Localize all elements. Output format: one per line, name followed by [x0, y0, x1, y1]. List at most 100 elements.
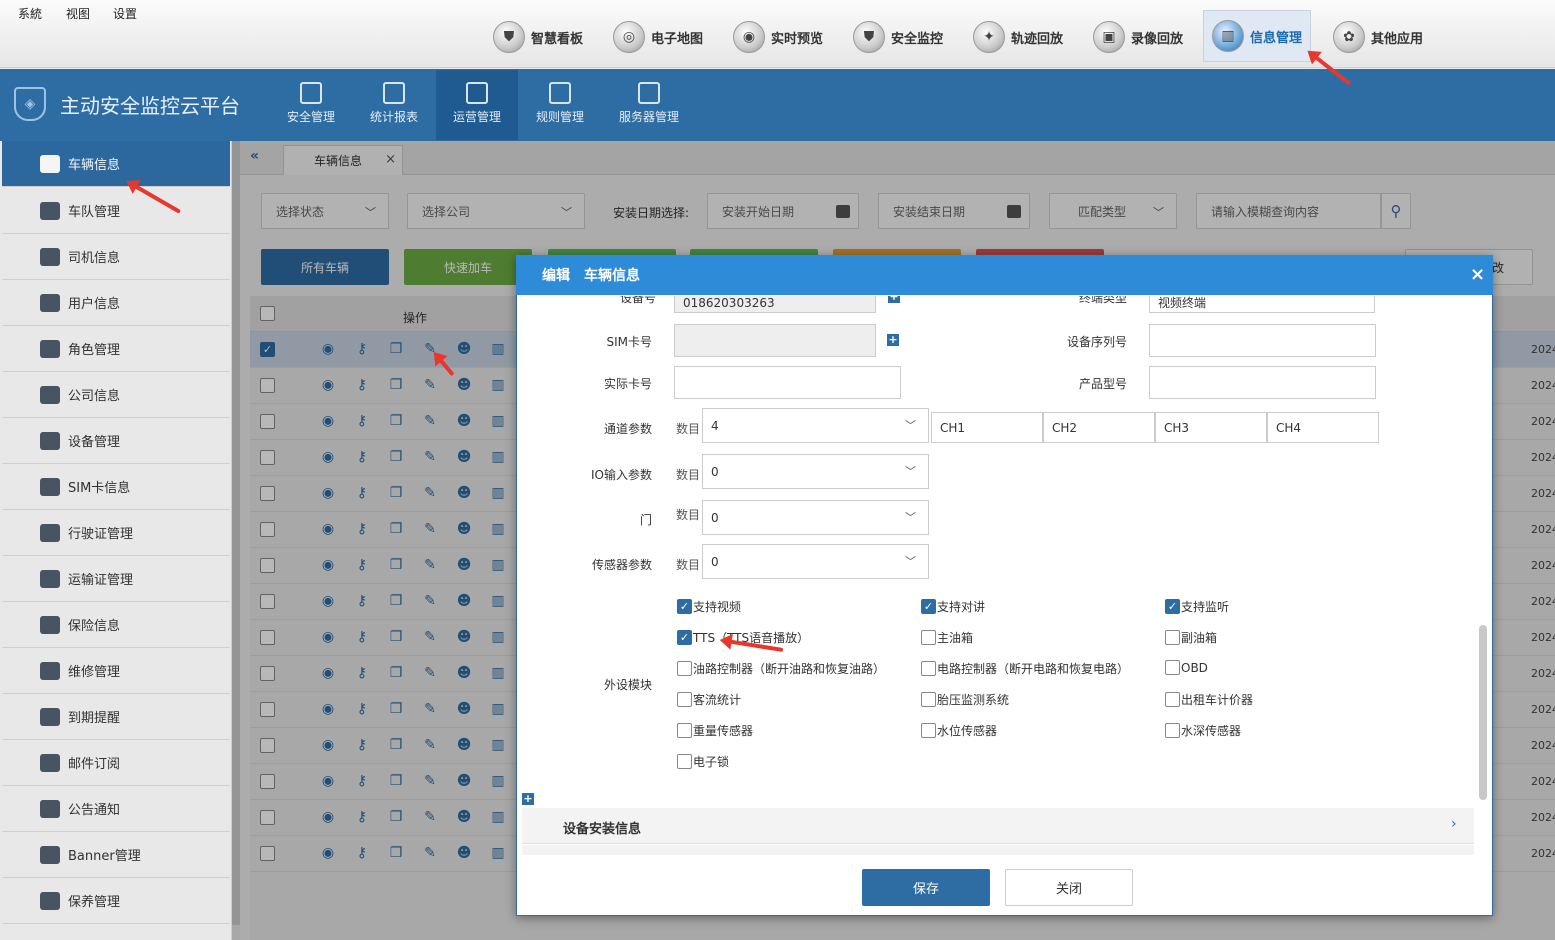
module-tab-report[interactable]: 统计报表	[353, 70, 435, 140]
checkbox-sub-tank[interactable]: 副油箱	[1165, 629, 1217, 646]
module-tab-operation[interactable]: 运营管理	[436, 70, 518, 140]
topnav-label: 安全监控	[891, 31, 944, 47]
channel-4-input[interactable]: CH4	[1267, 412, 1379, 443]
topnav-track[interactable]: ✦ 轨迹回放	[973, 16, 1063, 58]
menu-view[interactable]: 视图	[66, 5, 90, 22]
checkbox-obd[interactable]: OBD	[1165, 660, 1208, 675]
checkbox-box[interactable]	[677, 692, 692, 707]
checkbox-passenger-count[interactable]: 客流统计	[677, 691, 741, 708]
checkbox-monitor[interactable]: ✓ 支持监听	[1165, 598, 1229, 615]
channel-3-input[interactable]: CH3	[1155, 412, 1267, 443]
channel-2-input[interactable]: CH2	[1043, 412, 1155, 443]
save-button[interactable]: 保存	[862, 869, 990, 906]
sim-input[interactable]	[674, 324, 876, 357]
checkbox-label: 主油箱	[937, 631, 974, 645]
topnav-apps[interactable]: ✿ 其他应用	[1333, 16, 1423, 58]
checkbox-box[interactable]: ✓	[921, 599, 936, 614]
dialog-close-icon[interactable]: ×	[1470, 264, 1485, 285]
checkbox-video[interactable]: ✓ 支持视频	[677, 598, 741, 615]
expand-icon[interactable]: +	[522, 793, 534, 805]
terminal-type-value: 视频终端	[1158, 296, 1207, 310]
module-tab-rules[interactable]: 规则管理	[519, 70, 601, 140]
topnav-map[interactable]: ◎ 电子地图	[613, 16, 703, 58]
checkbox-box[interactable]	[921, 692, 936, 707]
checkbox-box[interactable]	[1165, 660, 1180, 675]
add-icon[interactable]: +	[888, 296, 900, 303]
checkbox-box[interactable]	[921, 661, 936, 676]
card-input[interactable]	[674, 366, 901, 399]
brand-title: 主动安全监控云平台	[60, 93, 240, 118]
chevron-down-icon: ﹀	[1351, 296, 1362, 304]
checkbox-label: OBD	[1181, 660, 1208, 675]
operation-icon	[466, 82, 488, 104]
checkbox-water-depth[interactable]: 水深传感器	[1165, 722, 1241, 739]
checkbox-main-tank[interactable]: 主油箱	[921, 629, 973, 646]
checkbox-box[interactable]	[1165, 630, 1180, 645]
dialog-partial-row: 设备号 018620303263 + 终端类型 视频终端 ﹀	[517, 296, 1477, 314]
door-count-select[interactable]: 0 ﹀	[702, 500, 929, 535]
io-label: IO输入参数	[591, 468, 652, 482]
module-tab-server[interactable]: 服务器管理	[608, 70, 690, 140]
checkbox-box[interactable]	[1165, 723, 1180, 738]
install-info-section[interactable]	[522, 808, 1474, 844]
checkbox-water-level[interactable]: 水位传感器	[921, 722, 997, 739]
serial-input[interactable]	[1149, 324, 1376, 357]
channel-1-input[interactable]: CH1	[931, 412, 1043, 443]
checkbox-label: 重量传感器	[693, 724, 754, 738]
checkbox-intercom[interactable]: ✓ 支持对讲	[921, 598, 985, 615]
map-icon: ◎	[613, 21, 645, 53]
checkbox-box[interactable]	[677, 754, 692, 769]
sim-label: SIM卡号	[606, 335, 652, 349]
topnav-label: 信息管理	[1250, 30, 1303, 46]
chart-icon: ▥	[1212, 20, 1244, 52]
sensor-count-value: 0	[711, 554, 719, 569]
device-no-label: 设备号	[619, 296, 656, 305]
module-label: 安全管理	[286, 110, 335, 124]
sidebar-dim	[0, 141, 232, 940]
topnav-dashboard[interactable]: ⛊ 智慧看板	[493, 16, 583, 58]
checkbox-label: 水深传感器	[1181, 724, 1242, 738]
checkbox-box[interactable]: ✓	[677, 630, 692, 645]
checkbox-box[interactable]: ✓	[677, 599, 692, 614]
add-icon[interactable]: +	[887, 334, 899, 346]
checkbox-weight-sensor[interactable]: 重量传感器	[677, 722, 753, 739]
module-label: 规则管理	[535, 110, 584, 124]
dialog-scrollbar[interactable]	[1479, 625, 1487, 800]
topnav-live[interactable]: ◉ 实时预览	[733, 16, 823, 58]
menu-system[interactable]: 系統	[18, 5, 42, 22]
checkbox-box[interactable]	[921, 630, 936, 645]
sensor-count-select[interactable]: 0 ﹀	[702, 544, 929, 579]
window-icon	[549, 82, 571, 104]
checkbox-label: 电子锁	[693, 755, 730, 769]
card-label: 实际卡号	[603, 377, 652, 391]
channel-count-select[interactable]: 4 ﹀	[702, 408, 929, 443]
topnav-playback[interactable]: ▣ 录像回放	[1093, 16, 1183, 58]
topnav-security[interactable]: ⛊ 安全监控	[853, 16, 943, 58]
topnav-info[interactable]: ▥ 信息管理	[1203, 10, 1312, 62]
checkbox-circuit-controller[interactable]: 电路控制器（断开电路和恢复电路）	[921, 660, 1129, 677]
checkbox-box[interactable]: ✓	[1165, 599, 1180, 614]
peripheral-label: 外设模块	[603, 678, 652, 692]
model-input[interactable]	[1149, 366, 1376, 399]
checkbox-box[interactable]	[1165, 692, 1180, 707]
topnav-label: 实时预览	[771, 31, 824, 47]
channel-value: CH3	[1164, 420, 1190, 435]
checkbox-box[interactable]	[677, 661, 692, 676]
menu-settings[interactable]: 设置	[113, 5, 137, 22]
checkbox-e-lock[interactable]: 电子锁	[677, 753, 729, 770]
checkbox-oil-controller[interactable]: 油路控制器（断开油路和恢复油路）	[677, 660, 885, 677]
checkbox-tire-pressure[interactable]: 胎压监测系统	[921, 691, 1009, 708]
topnav-label: 其他应用	[1371, 31, 1424, 47]
io-count-select[interactable]: 0 ﹀	[702, 454, 929, 489]
checkbox-taxi-meter[interactable]: 出租车计价器	[1165, 691, 1253, 708]
module-tab-security[interactable]: 安全管理	[270, 70, 352, 140]
checkbox-box[interactable]	[921, 723, 936, 738]
checkbox-label: 支持视频	[693, 600, 742, 614]
checkbox-box[interactable]	[677, 723, 692, 738]
close-button[interactable]: 关闭	[1005, 869, 1133, 906]
terminal-type-select[interactable]: 视频终端 ﹀	[1149, 296, 1375, 313]
module-label: 服务器管理	[618, 110, 679, 124]
door-count-value: 0	[711, 510, 719, 525]
channel-value: CH2	[1052, 420, 1078, 435]
device-no-input[interactable]: 018620303263	[674, 296, 876, 313]
